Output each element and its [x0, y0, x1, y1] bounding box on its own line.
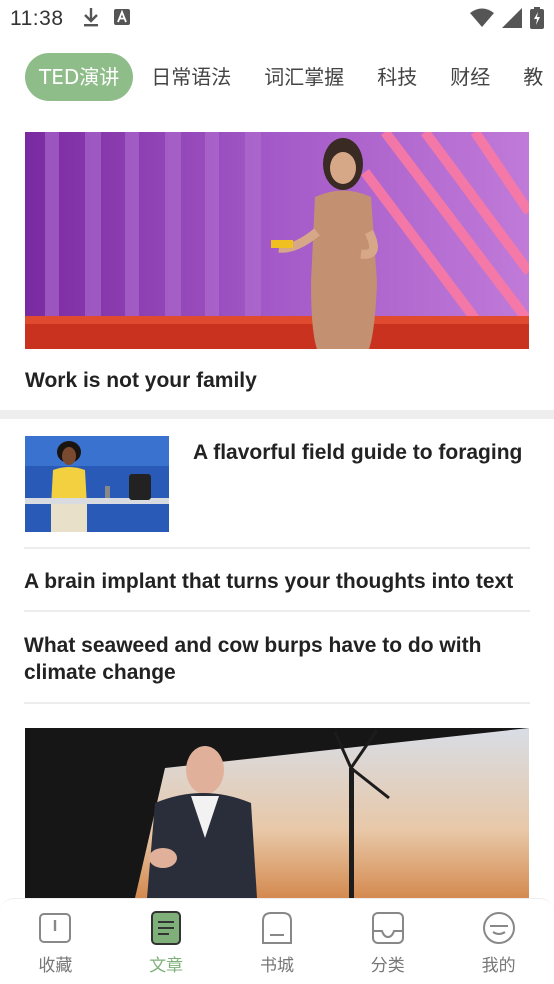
featured-article-image[interactable]: [25, 728, 529, 898]
section-divider: [0, 410, 554, 419]
battery-charging-icon: [530, 7, 544, 33]
nav-label: 文章: [149, 956, 184, 976]
nav-profile[interactable]: 我的: [443, 899, 554, 984]
tab-education[interactable]: 教: [523, 53, 543, 101]
list-divider: [24, 547, 530, 549]
status-bar: 11:38: [0, 0, 554, 38]
wifi-icon: [470, 8, 494, 32]
featured-article-image[interactable]: [25, 132, 529, 349]
download-icon: [82, 7, 100, 31]
article-thumbnail[interactable]: [25, 436, 169, 532]
tab-tech[interactable]: 科技: [377, 53, 417, 101]
nav-label: 书城: [259, 956, 294, 976]
tab-vocabulary[interactable]: 词汇掌握: [264, 53, 344, 101]
nav-favorites[interactable]: 收藏: [0, 899, 111, 984]
book-open-icon: [38, 911, 72, 949]
list-divider: [24, 610, 530, 612]
nav-bookstore[interactable]: 书城: [222, 899, 333, 984]
list-divider: [24, 702, 530, 704]
article-title[interactable]: What seaweed and cow burps have to do wi…: [24, 632, 524, 686]
nav-label: 分类: [370, 956, 405, 976]
bottom-navigation: 收藏 文章 书城 分类 我的: [0, 898, 554, 984]
tray-icon: [371, 911, 405, 949]
category-tabs: TED演讲 日常语法 词汇掌握 科技 财经 教: [0, 52, 554, 102]
nav-label: 我的: [481, 956, 516, 976]
featured-article-title[interactable]: Work is not your family: [25, 369, 257, 393]
nav-articles[interactable]: 文章: [111, 899, 222, 984]
article-title[interactable]: A flavorful field guide to foraging: [193, 439, 538, 466]
nav-categories[interactable]: 分类: [332, 899, 443, 984]
tab-ted[interactable]: TED演讲: [25, 53, 134, 101]
status-time: 11:38: [10, 7, 64, 30]
tab-finance[interactable]: 财经: [450, 53, 490, 101]
article-icon: [149, 911, 183, 949]
a-notification-icon: [113, 9, 130, 29]
shelf-icon: [260, 911, 294, 949]
article-title[interactable]: A brain implant that turns your thoughts…: [24, 568, 534, 595]
face-icon: [482, 911, 516, 949]
cell-signal-icon: [502, 8, 522, 32]
nav-label: 收藏: [38, 956, 73, 976]
tab-grammar[interactable]: 日常语法: [151, 53, 231, 101]
